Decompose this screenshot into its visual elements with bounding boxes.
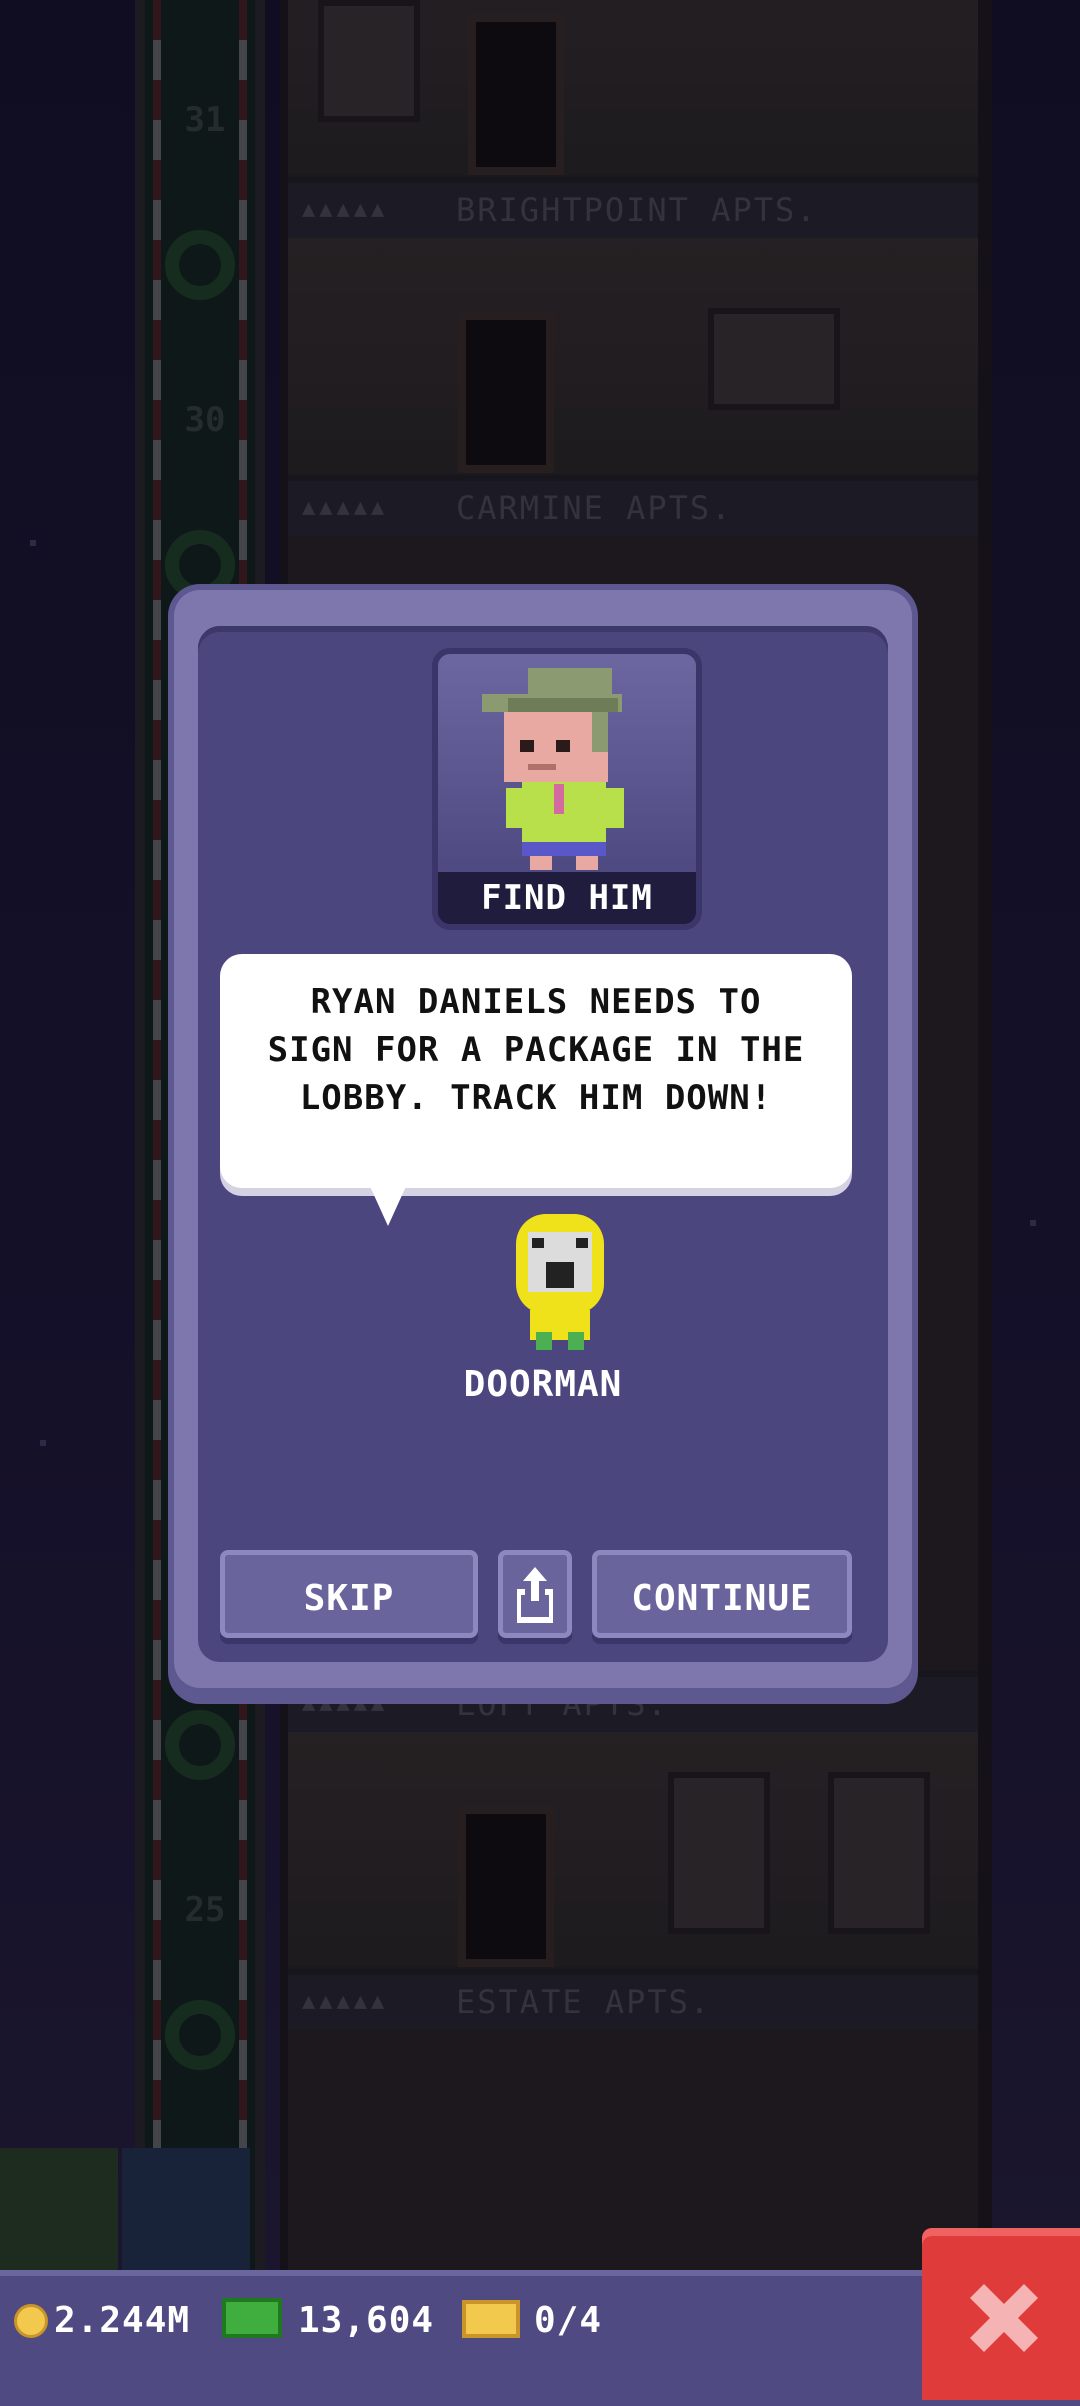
share-icon xyxy=(517,1567,553,1623)
speech-bubble-tail xyxy=(368,1182,408,1226)
dialog-panel: FIND HIM RYAN DANIELS NEEDS TO SIGN FOR … xyxy=(198,626,888,1662)
mission-dialog: FIND HIM RYAN DANIELS NEEDS TO SIGN FOR … xyxy=(174,590,912,1698)
close-icon xyxy=(970,2284,1038,2352)
coin-icon xyxy=(14,2304,48,2338)
mission-message: RYAN DANIELS NEEDS TO SIGN FOR A PACKAGE… xyxy=(267,982,805,1118)
close-button[interactable] xyxy=(922,2228,1080,2400)
tower-bux-icon xyxy=(222,2298,282,2338)
bitizen-portrait-icon xyxy=(482,668,624,870)
ticket-icon xyxy=(462,2300,520,2338)
find-him-label: FIND HIM xyxy=(438,872,696,924)
bottom-hud: 2.244M 13,604 0/4 xyxy=(0,2270,1080,2406)
target-portrait: FIND HIM xyxy=(432,648,702,930)
doorman-icon xyxy=(516,1214,604,1350)
share-button[interactable] xyxy=(498,1550,572,1638)
speaker-name: DOORMAN xyxy=(463,1364,623,1405)
bux-value: 13,604 xyxy=(298,2300,435,2341)
tickets-value: 0/4 xyxy=(534,2300,603,2341)
skip-button[interactable]: SKIP xyxy=(220,1550,478,1638)
speech-bubble: RYAN DANIELS NEEDS TO SIGN FOR A PACKAGE… xyxy=(220,954,852,1188)
coins-value: 2.244M xyxy=(54,2300,191,2341)
continue-button[interactable]: CONTINUE xyxy=(592,1550,852,1638)
